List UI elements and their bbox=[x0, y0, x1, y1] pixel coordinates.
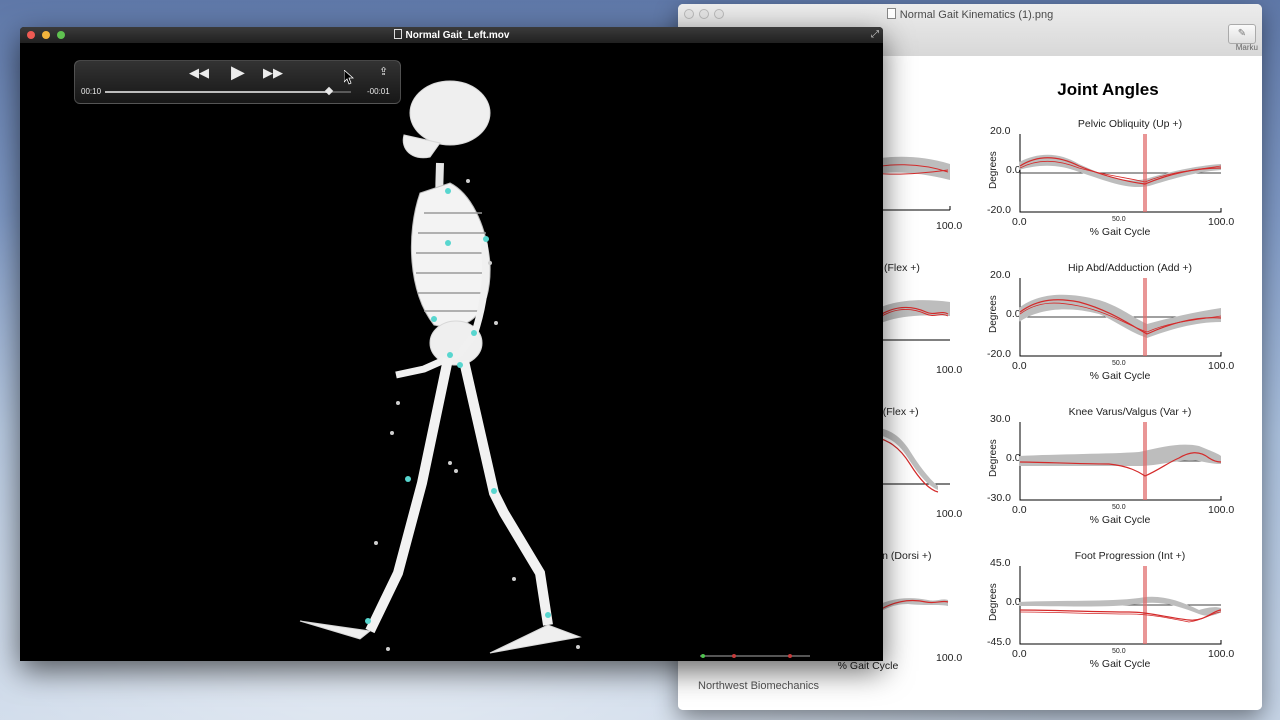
markup-button[interactable]: ✎ bbox=[1228, 24, 1256, 44]
x-tick: 0.0 bbox=[1012, 216, 1027, 228]
y-tick: -20.0 bbox=[987, 348, 1011, 360]
x-tick: 0.0 bbox=[1012, 504, 1027, 516]
remaining-time: -00:01 bbox=[367, 87, 390, 96]
window-title: Normal Gait Kinematics (1).png bbox=[678, 8, 1262, 21]
y-axis-label: Degrees bbox=[988, 583, 999, 621]
y-axis-label: Degrees bbox=[988, 295, 999, 333]
elapsed-time: 00:10 bbox=[81, 87, 102, 96]
knee-varus-plot bbox=[1019, 422, 1222, 501]
fast-forward-icon[interactable]: ▶▶ bbox=[263, 65, 283, 81]
x-tick: 100.0 bbox=[1208, 360, 1235, 372]
y-tick: -45.0 bbox=[987, 636, 1011, 648]
skeleton-figure bbox=[299, 80, 582, 654]
foot-progression-plot bbox=[1019, 566, 1222, 645]
scrubber-progress bbox=[105, 91, 329, 93]
graph-title: Pelvic Obliquity (Up +) bbox=[1077, 118, 1183, 130]
y-tick: -20.0 bbox=[987, 204, 1011, 216]
mouse-cursor-icon bbox=[344, 70, 354, 85]
x-axis-label: % Gait Cycle bbox=[1089, 226, 1151, 238]
pelvic-obliquity-plot bbox=[1019, 134, 1222, 213]
x-tick: 50.0 bbox=[1112, 360, 1126, 367]
rewind-icon[interactable]: ◀◀ bbox=[189, 65, 209, 81]
markup-label: Marku bbox=[1235, 43, 1258, 52]
scrubber-playhead[interactable] bbox=[324, 86, 334, 96]
graph-title: (Flex +) bbox=[884, 262, 920, 274]
video-frame bbox=[299, 80, 582, 654]
timeline-strip bbox=[700, 654, 810, 658]
graph-title: ion (Dorsi +) bbox=[874, 550, 932, 562]
graph-title: Knee Varus/Valgus (Var +) bbox=[1068, 406, 1192, 418]
y-tick: -30.0 bbox=[987, 492, 1011, 504]
video-player-window: Normal Gait_Left.mov ⤢ ◀◀ ▶ ▶▶ ⇪ 00:10 -… bbox=[20, 27, 883, 661]
y-tick: 45.0 bbox=[990, 557, 1011, 569]
x-tick: 100.0 bbox=[1208, 504, 1235, 516]
player-titlebar[interactable]: Normal Gait_Left.mov ⤢ bbox=[20, 27, 883, 43]
x-tick: 50.0 bbox=[1112, 216, 1126, 223]
graph-title: Hip Abd/Adduction (Add +) bbox=[1067, 262, 1193, 274]
play-icon[interactable]: ▶ bbox=[231, 62, 245, 83]
document-icon bbox=[886, 8, 896, 19]
hip-abduction-plot bbox=[1019, 278, 1222, 357]
x-tick: 0.0 bbox=[1012, 648, 1027, 660]
x-tick: 100.0 bbox=[1208, 216, 1235, 228]
movie-file-icon bbox=[393, 29, 402, 39]
footer-credit: Northwest Biomechanics bbox=[698, 680, 820, 692]
x-tick: 100.0 bbox=[1208, 648, 1235, 660]
x-axis-label: % Gait Cycle bbox=[1089, 370, 1151, 382]
graph-title: n (Flex +) bbox=[874, 406, 919, 418]
x-tick: 50.0 bbox=[1112, 504, 1126, 511]
player-title: Normal Gait_Left.mov bbox=[20, 29, 883, 41]
y-axis-label: Degrees bbox=[988, 151, 999, 189]
fullscreen-icon[interactable]: ⤢ bbox=[871, 29, 879, 40]
y-tick: 30.0 bbox=[990, 413, 1011, 425]
x-tick: 50.0 bbox=[1112, 648, 1126, 655]
x-axis-label: % Gait Cycle bbox=[1089, 658, 1151, 670]
y-axis-label: Degrees bbox=[988, 439, 999, 477]
y-tick: 20.0 bbox=[990, 125, 1011, 137]
x-tick: 0.0 bbox=[1012, 360, 1027, 372]
graph-title: Foot Progression (Int +) bbox=[1074, 550, 1186, 562]
pencil-icon: ✎ bbox=[1237, 28, 1247, 39]
scrubber-track[interactable] bbox=[105, 91, 351, 93]
page-title: Joint Angles bbox=[1057, 80, 1159, 99]
share-icon[interactable]: ⇪ bbox=[379, 65, 388, 78]
y-tick: 20.0 bbox=[990, 269, 1011, 281]
x-axis-label: % Gait Cycle bbox=[1089, 514, 1151, 526]
